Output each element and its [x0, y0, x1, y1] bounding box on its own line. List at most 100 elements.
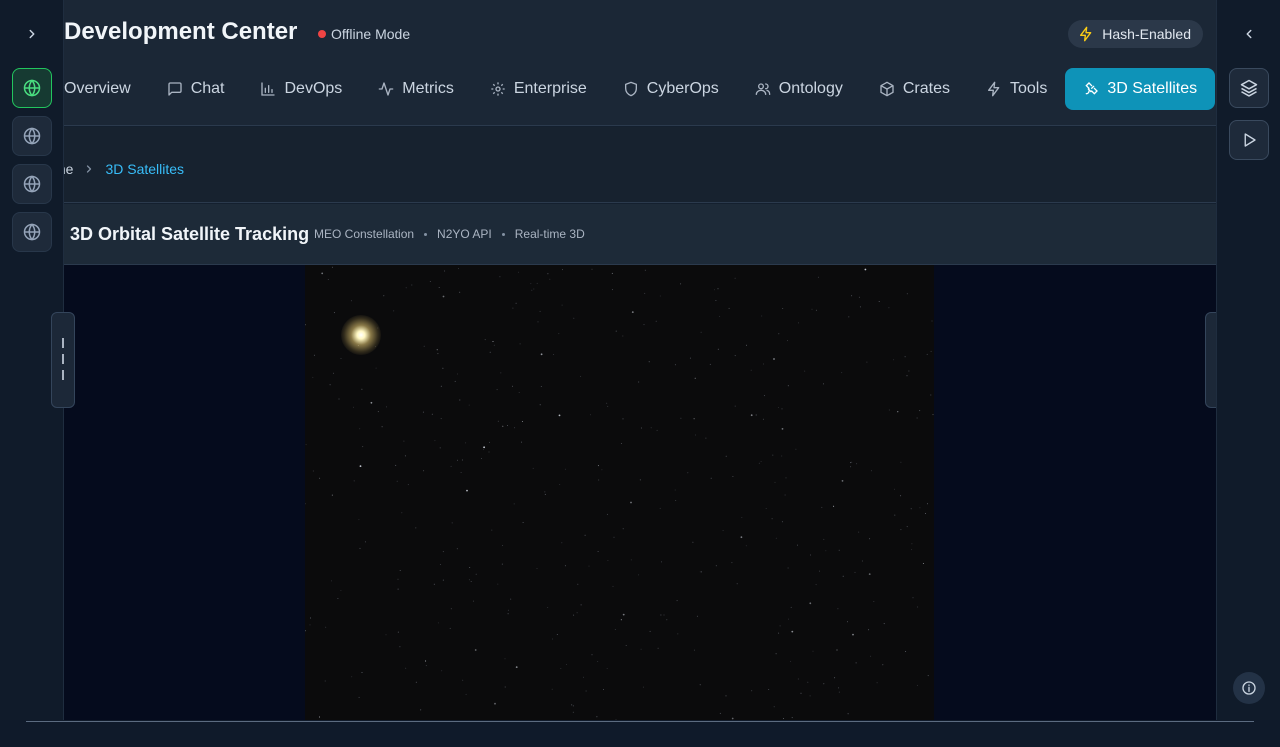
- tab-crates[interactable]: Crates: [861, 68, 968, 110]
- star: [377, 411, 379, 413]
- star: [911, 549, 913, 551]
- star: [358, 696, 360, 698]
- rail-globe-button-3[interactable]: [12, 164, 52, 204]
- star: [692, 541, 694, 543]
- star: [507, 613, 509, 615]
- star: [680, 417, 682, 419]
- star: [640, 648, 642, 650]
- tab-ontology[interactable]: Ontology: [737, 68, 861, 110]
- rail-globe-button-2[interactable]: [12, 116, 52, 156]
- star: [433, 583, 435, 585]
- star: [655, 320, 657, 322]
- star: [399, 646, 401, 648]
- star: [906, 526, 908, 528]
- star: [576, 612, 578, 614]
- star: [784, 494, 786, 496]
- star: [869, 538, 871, 540]
- layers-button[interactable]: [1229, 68, 1269, 108]
- star: [644, 292, 646, 294]
- star: [466, 489, 468, 492]
- star: [401, 512, 403, 514]
- star: [778, 333, 780, 335]
- star: [319, 477, 321, 479]
- star: [580, 375, 582, 377]
- star: [728, 307, 730, 309]
- star: [777, 407, 779, 408]
- star: [927, 675, 929, 677]
- star: [597, 551, 599, 552]
- star: [404, 455, 406, 457]
- star: [838, 549, 840, 551]
- star: [512, 307, 514, 309]
- expand-sidebar-button[interactable]: [20, 22, 44, 46]
- star: [705, 437, 707, 439]
- breadcrumb-home[interactable]: me: [64, 161, 73, 177]
- gear-icon: [491, 82, 505, 96]
- sun-glow: [341, 315, 381, 355]
- breadcrumb: me 3D Satellites: [64, 161, 184, 177]
- 3d-viewport[interactable]: [64, 265, 1216, 720]
- star: [731, 562, 733, 564]
- star: [558, 414, 561, 417]
- info-icon: [1242, 681, 1256, 695]
- star: [750, 369, 752, 371]
- star: [823, 383, 824, 385]
- star: [916, 684, 918, 686]
- horizontal-scrollbar[interactable]: [26, 721, 1254, 722]
- star: [305, 444, 307, 446]
- star: [625, 645, 627, 646]
- play-button[interactable]: [1229, 120, 1269, 160]
- star: [310, 617, 311, 619]
- star: [725, 455, 727, 457]
- star: [717, 288, 719, 290]
- star: [521, 421, 523, 422]
- star: [532, 467, 534, 469]
- tab-tools[interactable]: Tools: [968, 68, 1065, 110]
- star: [313, 354, 315, 356]
- star: [353, 480, 355, 482]
- star: [497, 583, 499, 585]
- breadcrumb-current: 3D Satellites: [105, 161, 185, 177]
- star: [785, 477, 787, 479]
- rail-globe-button-1[interactable]: [12, 68, 52, 108]
- tab-enterprise[interactable]: Enterprise: [472, 68, 605, 110]
- star: [492, 341, 494, 342]
- star: [493, 344, 495, 346]
- star: [755, 414, 757, 416]
- tab-cyberops[interactable]: CyberOps: [605, 68, 737, 110]
- star: [790, 606, 792, 608]
- tab-metrics[interactable]: Metrics: [360, 68, 472, 110]
- tab-overview[interactable]: Overview: [64, 68, 149, 110]
- star: [556, 634, 558, 635]
- star: [359, 428, 361, 430]
- tab-chat[interactable]: Chat: [149, 68, 243, 110]
- star: [850, 462, 852, 464]
- star: [622, 528, 624, 530]
- star: [807, 681, 809, 683]
- star: [440, 385, 442, 387]
- tab-devops[interactable]: DevOps: [242, 68, 360, 110]
- star: [787, 385, 789, 387]
- starfield-canvas[interactable]: [305, 265, 934, 720]
- star: [331, 494, 333, 496]
- star: [327, 279, 329, 280]
- info-button[interactable]: [1233, 672, 1265, 704]
- star: [906, 293, 908, 295]
- tab-3d-satellites[interactable]: 3D Satellites: [1065, 68, 1216, 110]
- star: [810, 554, 811, 556]
- star: [588, 565, 590, 567]
- collapse-right-panel-button[interactable]: [1237, 22, 1261, 46]
- star: [434, 440, 436, 442]
- star: [439, 564, 441, 565]
- star: [405, 287, 407, 289]
- left-resize-handle[interactable]: [51, 312, 75, 408]
- star: [324, 680, 326, 682]
- star: [736, 583, 738, 585]
- star: [536, 568, 538, 569]
- rail-globe-button-4[interactable]: [12, 212, 52, 252]
- star: [312, 376, 314, 378]
- star: [911, 543, 913, 545]
- hash-enabled-badge[interactable]: Hash-Enabled: [1068, 20, 1203, 48]
- star: [397, 578, 399, 580]
- star: [580, 604, 582, 606]
